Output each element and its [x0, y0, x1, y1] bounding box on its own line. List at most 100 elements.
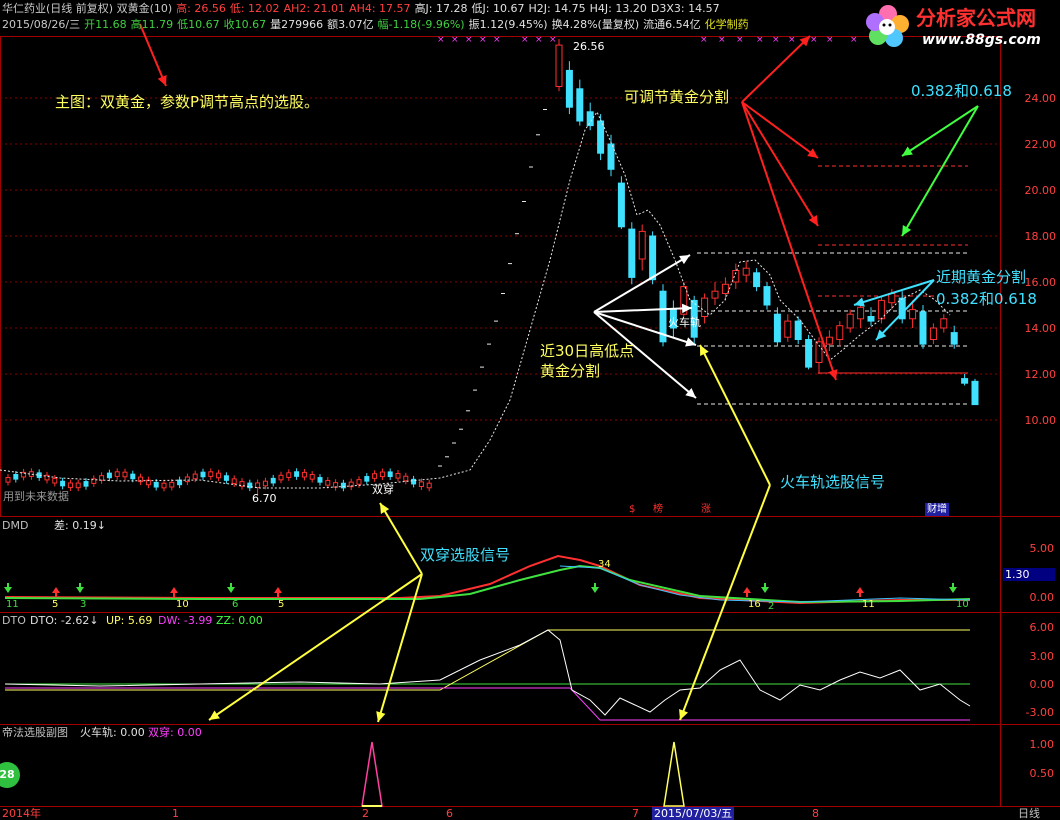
signal-x-marker: × [451, 35, 459, 45]
pointer-arrow [379, 502, 423, 575]
x-axis-label: 2015/07/03/五 [652, 807, 735, 820]
badge-rise: 涨 [701, 504, 711, 515]
header-field: AH4: 17.57 [349, 2, 411, 15]
ratio-top-label: 0.382和0.618 [911, 82, 1012, 100]
buy-arrow-icon [743, 587, 751, 593]
candle-body [628, 228, 636, 278]
header-field: D3X3: 14.57 [650, 2, 720, 15]
candle-body [805, 339, 813, 368]
header-field: 高: 26.56 [176, 2, 226, 15]
candle-body [5, 477, 11, 483]
double-cross-spike [361, 741, 383, 807]
candle-body [919, 311, 927, 345]
stock-header-line1: 华仁药业(日线 前复权) 双黄金(10) 高: 26.56 低: 12.02 AH2:… [2, 2, 724, 15]
candle-body [161, 482, 167, 489]
pointer-arrow [901, 105, 979, 237]
dto-zz: ZZ: 0.00 [216, 614, 263, 627]
x-axis-label: 7 [632, 807, 639, 820]
candle-body [177, 479, 183, 486]
sell-arrow-icon [949, 587, 957, 593]
sell-arrow-icon [761, 587, 769, 593]
candle-body [153, 481, 159, 488]
header-field: 化学制药 [704, 18, 749, 31]
candle-body [372, 473, 378, 479]
price-tick-label: 24.00 [1025, 92, 1057, 105]
candle-body [825, 336, 833, 345]
dmd-signal-count: 2 [768, 601, 775, 612]
price-tick-label: 20.00 [1025, 184, 1057, 197]
signal-x-marker: × [479, 35, 487, 45]
badge-dollar: $ [629, 504, 636, 515]
arrowhead-icon [807, 148, 818, 158]
header-field: 收10.67 [223, 18, 267, 31]
main-note: 主图：双黄金，参数P调节高点的选股。 [55, 93, 320, 111]
pointer-arrow [741, 35, 811, 103]
candle-body [106, 472, 112, 479]
candle-body [784, 320, 792, 338]
dmd-signal-count: 11 [862, 599, 875, 610]
sub-double-value: 双穿: 0.00 [148, 726, 202, 739]
candle-body [763, 286, 771, 306]
x-axis-label: 2014年 [2, 807, 41, 820]
pointer-arrow [699, 344, 771, 486]
candle-body [565, 69, 573, 108]
header-field: 流通6.54亿 [643, 18, 701, 31]
header-field: 低J: 10.67 [471, 2, 525, 15]
candle-body [426, 482, 432, 489]
arrowhead-icon [209, 710, 220, 720]
candle-body [294, 471, 300, 477]
header-field: AH2: 21.01 [283, 2, 346, 15]
signal-x-marker: × [756, 35, 764, 45]
candle-body [403, 475, 409, 482]
candle-body [83, 481, 89, 487]
signal-x-marker: × [718, 35, 726, 45]
candle-body [701, 297, 709, 318]
candle-body [387, 471, 393, 478]
x-axis-label: 2 [362, 807, 369, 820]
buy-arrow-icon [170, 587, 178, 593]
high-price-label: 26.56 [573, 40, 605, 53]
candle-body [325, 480, 331, 486]
signal-x-marker: × [437, 35, 445, 45]
low-price-label: 6.70 [252, 492, 277, 505]
candle-body [130, 473, 136, 480]
dmd-title: DMD [2, 519, 29, 532]
candle-body [364, 476, 370, 482]
dto-tick-label: -3.00 [1026, 706, 1054, 719]
candle-body [192, 473, 198, 480]
flower-logo-icon [866, 5, 909, 47]
pointer-arrow [377, 573, 423, 723]
buy-arrow-icon [274, 587, 282, 593]
train-signal-label: 火车轨选股信号 [780, 473, 886, 491]
sub-train-value: 火车轨: 0.00 [80, 726, 145, 739]
candle-body [122, 471, 128, 478]
candle-body [114, 471, 120, 477]
train-marker: 火车轨 [668, 316, 701, 329]
candle-body [857, 306, 865, 320]
near30-label-1: 近30日高低点 [540, 342, 635, 360]
candle-body [75, 482, 81, 489]
header-field: H4J: 13.20 [589, 2, 647, 15]
dmd-tick-label: 0.00 [1030, 591, 1055, 604]
buy-arrow-icon [52, 587, 60, 593]
candle-body [576, 88, 584, 122]
candle-body [255, 482, 261, 489]
candle-body [711, 290, 719, 299]
recent-golden-label: 近期黄金分割 [936, 268, 1027, 286]
dmd-signal-count: 3 [80, 599, 87, 610]
badge-finance: 财增 [925, 503, 949, 516]
candle-body [555, 44, 563, 87]
period-label[interactable]: 日线 [1018, 807, 1040, 820]
candle-body [52, 477, 58, 484]
candle-body [231, 478, 237, 484]
signal-x-marker: × [826, 35, 834, 45]
candle-body [721, 283, 729, 294]
dto-main-line [4, 629, 971, 716]
buy-arrow-icon [856, 587, 864, 593]
header-field: 2015/08/26/三 [2, 18, 81, 31]
price-tick-label: 14.00 [1025, 322, 1057, 335]
candle-body [732, 270, 740, 283]
dmd-signal-count: 16 [748, 599, 761, 610]
signal-x-marker: × [772, 35, 780, 45]
logo-title: 分析家公式网 [916, 6, 1036, 30]
